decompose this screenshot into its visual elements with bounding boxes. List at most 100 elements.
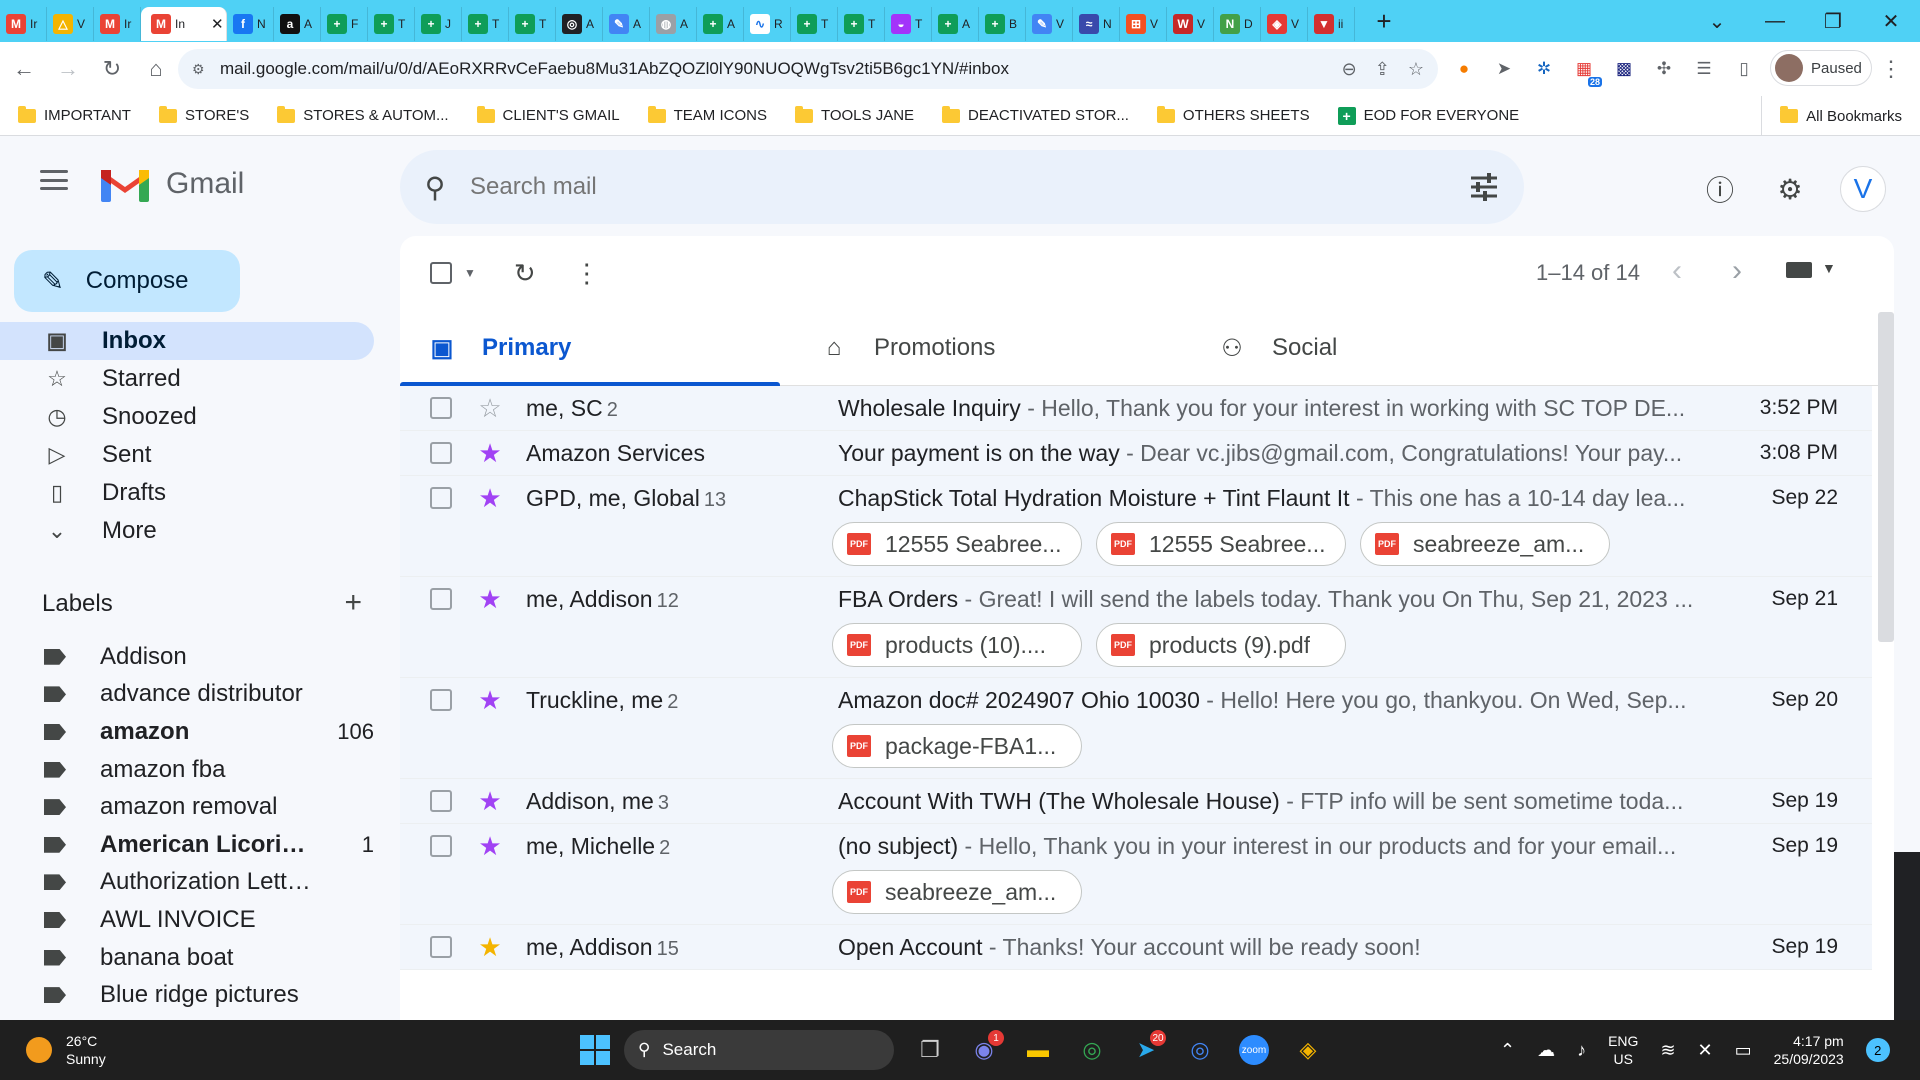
older-page-button[interactable]: ›: [1732, 254, 1742, 288]
star-icon[interactable]: ★: [478, 584, 502, 615]
browser-tab[interactable]: + A: [932, 7, 979, 41]
bookmark-item[interactable]: STORES & AUTOM...: [277, 105, 449, 124]
newer-page-button[interactable]: ‹: [1672, 254, 1682, 288]
extension-grid-icon[interactable]: ▩: [1610, 55, 1638, 83]
browser-tab[interactable]: △ V: [47, 7, 94, 41]
browser-tab[interactable]: + T: [462, 7, 509, 41]
browser-tab-active[interactable]: M In ✕: [141, 7, 227, 41]
email-checkbox[interactable]: [430, 790, 452, 812]
forward-button[interactable]: →: [48, 49, 88, 89]
select-dropdown-icon[interactable]: ▼: [464, 266, 476, 280]
browser-tab[interactable]: ◎ A: [556, 7, 603, 41]
zoom-icon[interactable]: ⊖: [1342, 59, 1357, 80]
bookmark-item[interactable]: + EOD FOR EVERYONE: [1337, 106, 1519, 125]
account-avatar[interactable]: V: [1840, 166, 1886, 212]
bookmark-item[interactable]: CLIENT'S GMAIL: [476, 105, 620, 124]
browser-tab[interactable]: + T: [791, 7, 838, 41]
star-icon[interactable]: ★: [478, 685, 502, 716]
label-item[interactable]: amazon 106: [0, 713, 374, 751]
compose-button[interactable]: ✎ Compose: [14, 250, 240, 312]
nav-item-starred[interactable]: ☆ Starred: [0, 360, 374, 398]
label-item[interactable]: banana boat: [0, 939, 374, 977]
nav-item-snoozed[interactable]: ◷ Snoozed: [0, 398, 374, 436]
label-item[interactable]: Authorization Letters: [0, 864, 374, 902]
star-icon[interactable]: ☆: [478, 393, 502, 424]
email-checkbox[interactable]: [430, 442, 452, 464]
browser-tab[interactable]: ◍ A: [650, 7, 697, 41]
maximize-button[interactable]: ❐: [1804, 9, 1862, 34]
email-row[interactable]: ☆ me, SC 2 Wholesale Inquiry - Hello, Thank…: [400, 386, 1872, 431]
bookmark-star-icon[interactable]: ☆: [1408, 59, 1424, 80]
new-tab-button[interactable]: +: [1369, 6, 1399, 37]
bookmark-item[interactable]: OTHERS SHEETS: [1156, 105, 1310, 124]
file-explorer-icon[interactable]: ▬: [1016, 1028, 1060, 1072]
add-label-icon[interactable]: +: [344, 586, 362, 620]
search-bar[interactable]: ⚲: [400, 150, 1524, 224]
nav-item-sent[interactable]: ▷ Sent: [0, 436, 374, 474]
browser-tab[interactable]: ND: [1214, 7, 1261, 41]
chevron-up-icon[interactable]: ⌃: [1500, 1040, 1515, 1061]
label-item[interactable]: Addison: [0, 638, 374, 676]
chrome-profile-icon[interactable]: ◎: [1178, 1028, 1222, 1072]
search-options-icon[interactable]: [1444, 173, 1524, 201]
browser-menu-icon[interactable]: ⋮: [1880, 56, 1902, 82]
label-item[interactable]: amazon removal: [0, 788, 374, 826]
label-item[interactable]: American Licorice ... 1: [0, 826, 374, 864]
email-row[interactable]: ★ me, Michelle 2 (no subject) - Hello, Than…: [400, 824, 1872, 925]
label-item[interactable]: amazon fba: [0, 751, 374, 789]
email-row[interactable]: ★ me, Addison 12 FBA Orders - Great! I will…: [400, 577, 1872, 678]
browser-tab[interactable]: ∿ R: [744, 7, 791, 41]
refresh-icon[interactable]: ↻: [514, 258, 536, 289]
vpn-icon[interactable]: ◈: [1286, 1028, 1330, 1072]
nav-item-inbox[interactable]: ▣ Inbox: [0, 322, 374, 360]
browser-tab[interactable]: ▼ ii: [1308, 7, 1355, 41]
email-checkbox[interactable]: [430, 689, 452, 711]
browser-tab[interactable]: ◒ T: [885, 7, 932, 41]
notification-badge[interactable]: 2: [1865, 1038, 1890, 1062]
browser-tab[interactable]: fN: [227, 7, 274, 41]
bookmark-item[interactable]: IMPORTANT: [18, 105, 131, 124]
tab-social[interactable]: ⚇ Social: [1218, 310, 1337, 386]
search-input[interactable]: [470, 173, 1444, 201]
close-tab-icon[interactable]: ✕: [211, 15, 224, 33]
browser-tab[interactable]: + T: [838, 7, 885, 41]
wifi-icon[interactable]: ≋: [1660, 1040, 1675, 1061]
reading-list-icon[interactable]: ☰: [1690, 55, 1718, 83]
search-icon[interactable]: ⚲: [400, 171, 470, 204]
bookmark-item[interactable]: DEACTIVATED STOR...: [942, 105, 1129, 124]
browser-tab[interactable]: ◈ V: [1261, 7, 1308, 41]
browser-tab[interactable]: + B: [979, 7, 1026, 41]
browser-tab[interactable]: M Ir: [0, 7, 47, 41]
language-indicator[interactable]: ENG US: [1608, 1032, 1638, 1068]
star-icon[interactable]: ★: [478, 483, 502, 514]
browser-tab[interactable]: + F: [321, 7, 368, 41]
teams-icon[interactable]: ◉ 1: [962, 1028, 1006, 1072]
home-button[interactable]: ⌂: [136, 49, 176, 89]
profile-button[interactable]: Paused: [1770, 50, 1872, 86]
email-checkbox[interactable]: [430, 487, 452, 509]
main-menu-icon[interactable]: [40, 170, 68, 190]
browser-tab[interactable]: + A: [697, 7, 744, 41]
bookmark-item[interactable]: STORE'S: [158, 105, 249, 124]
clock[interactable]: 4:17 pm 25/09/2023: [1774, 1032, 1844, 1068]
browser-tab[interactable]: WV: [1167, 7, 1214, 41]
attachment-chip[interactable]: PDF 12555 Seabree...: [1096, 522, 1346, 566]
email-row[interactable]: ★ Amazon Services Your payment is on the w…: [400, 431, 1872, 476]
attachment-chip[interactable]: PDF package-FBA1...: [832, 724, 1082, 768]
email-checkbox[interactable]: [430, 936, 452, 958]
battery-icon[interactable]: ▭: [1735, 1040, 1752, 1061]
chrome-icon[interactable]: ◎: [1070, 1028, 1114, 1072]
nav-item-more[interactable]: ⌄ More: [0, 512, 374, 550]
extension-arrow-icon[interactable]: ➤: [1490, 55, 1518, 83]
email-checkbox[interactable]: [430, 588, 452, 610]
browser-tab[interactable]: ✎ V: [1026, 7, 1073, 41]
browser-tab[interactable]: + T: [368, 7, 415, 41]
label-item[interactable]: Blue ridge pictures: [0, 976, 374, 1014]
browser-tab[interactable]: ≈ N: [1073, 7, 1120, 41]
browser-tab[interactable]: ✎ A: [603, 7, 650, 41]
extensions-puzzle-icon[interactable]: ✣: [1650, 55, 1678, 83]
email-row[interactable]: ★ Truckline, me 2 Amazon doc# 2024907 Ohio …: [400, 678, 1872, 779]
extension-orange-icon[interactable]: ●: [1450, 55, 1478, 83]
email-row[interactable]: ★ Addison, me 3 Account With TWH (The Whole…: [400, 779, 1872, 824]
bookmark-item[interactable]: TOOLS JANE: [794, 105, 914, 124]
